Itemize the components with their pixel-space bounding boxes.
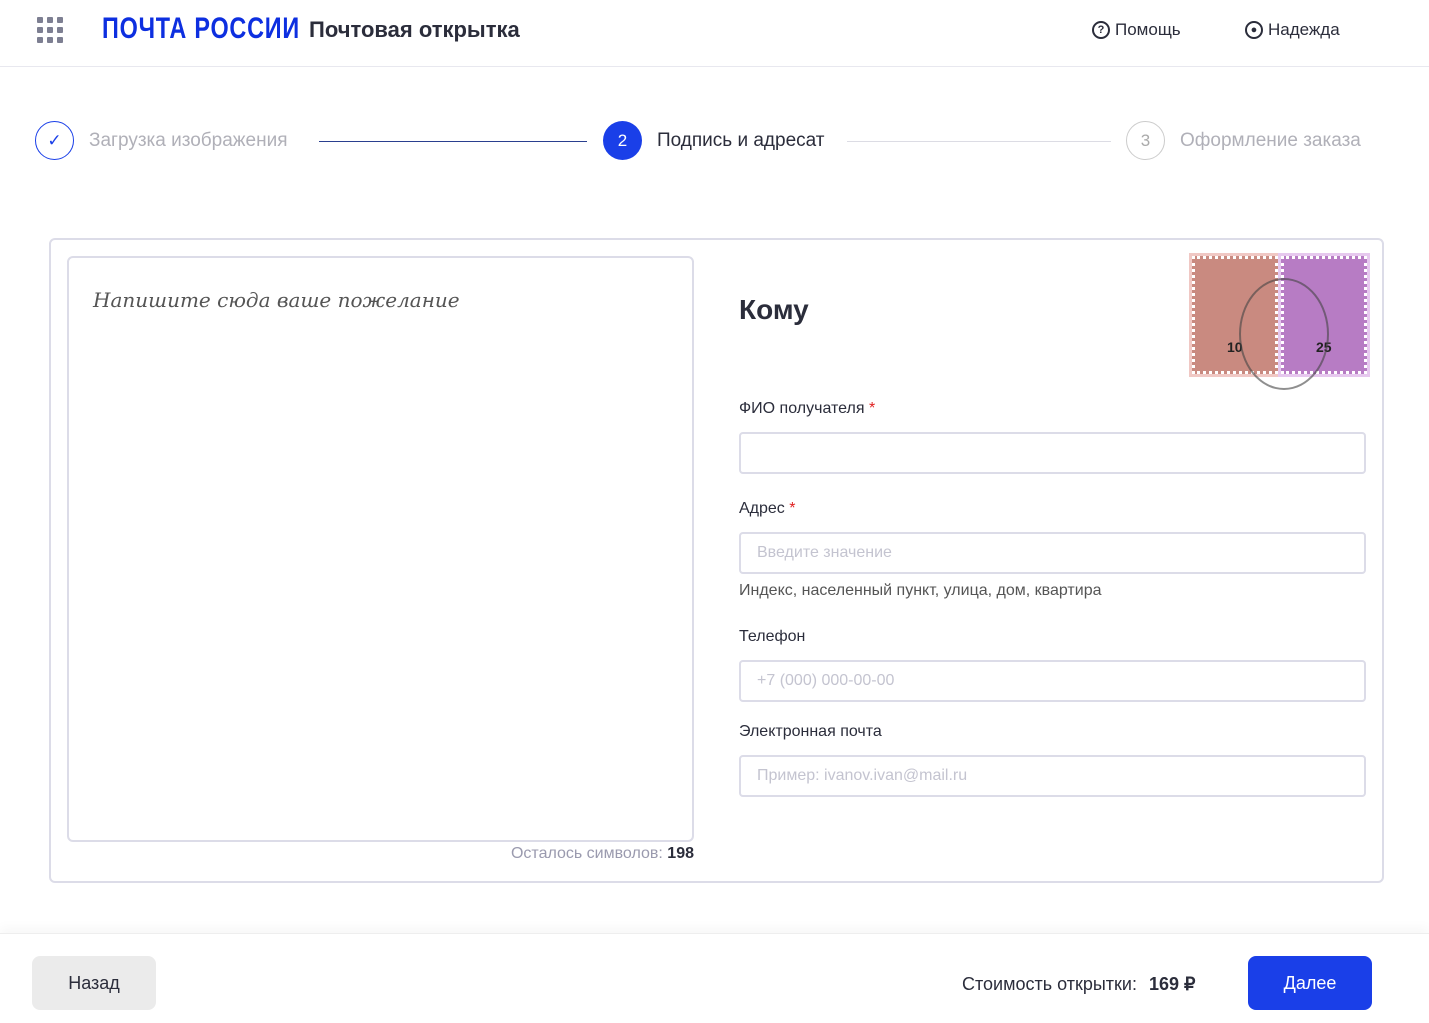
phone-input[interactable]	[739, 660, 1366, 702]
header: ПОЧТА РОССИИ Почтовая открытка ? Помощь ●…	[0, 0, 1429, 67]
next-button[interactable]: Далее	[1248, 956, 1372, 1010]
recipient-heading: Кому	[739, 294, 809, 325]
recipient-name-input[interactable]	[739, 432, 1366, 474]
price: Стоимость открытки: 169 ₽	[962, 974, 1196, 994]
step-divider	[319, 141, 587, 142]
step-order: 3 Оформление заказа	[1126, 121, 1361, 160]
step-label: Подпись и адресат	[657, 129, 825, 151]
help-label: Помощь	[1115, 20, 1181, 39]
page-title: Почтовая открытка	[309, 17, 520, 42]
help-link[interactable]: ? Помощь	[1092, 20, 1181, 40]
address-hint: Индекс, населенный пункт, улица, дом, кв…	[739, 582, 1102, 599]
message-placeholder: Напишите сюда ваше пожелание	[93, 288, 460, 312]
user-name: Надежда	[1268, 20, 1340, 39]
email-input[interactable]	[739, 755, 1366, 797]
footer	[0, 933, 1429, 1023]
step-number: 2	[603, 121, 642, 160]
step-signature: 2 Подпись и адресат	[603, 121, 825, 160]
step-divider	[847, 141, 1111, 142]
apps-grid-icon[interactable]	[37, 17, 63, 43]
char-counter: Осталось символов: 198	[510, 845, 694, 862]
name-label: ФИО получателя *	[739, 400, 876, 417]
step-number: 3	[1126, 121, 1165, 160]
back-button[interactable]: Назад	[32, 956, 156, 1010]
step-upload: ✓ Загрузка изображения	[35, 121, 287, 160]
address-input[interactable]	[739, 532, 1366, 574]
phone-label: Телефон	[739, 628, 806, 645]
postmark	[1239, 278, 1329, 390]
user-menu[interactable]: ● Надежда	[1245, 20, 1340, 40]
stamps-image: 10 25	[1189, 253, 1370, 394]
step-label: Оформление заказа	[1180, 129, 1361, 151]
logo[interactable]: ПОЧТА РОССИИ	[102, 12, 300, 46]
email-label: Электронная почта	[739, 723, 882, 740]
user-icon: ●	[1245, 21, 1263, 39]
address-label: Адрес *	[739, 500, 796, 517]
help-icon: ?	[1092, 21, 1110, 39]
message-textarea[interactable]: Напишите сюда ваше пожелание	[67, 256, 694, 842]
check-icon: ✓	[35, 121, 74, 160]
step-label: Загрузка изображения	[89, 129, 288, 151]
